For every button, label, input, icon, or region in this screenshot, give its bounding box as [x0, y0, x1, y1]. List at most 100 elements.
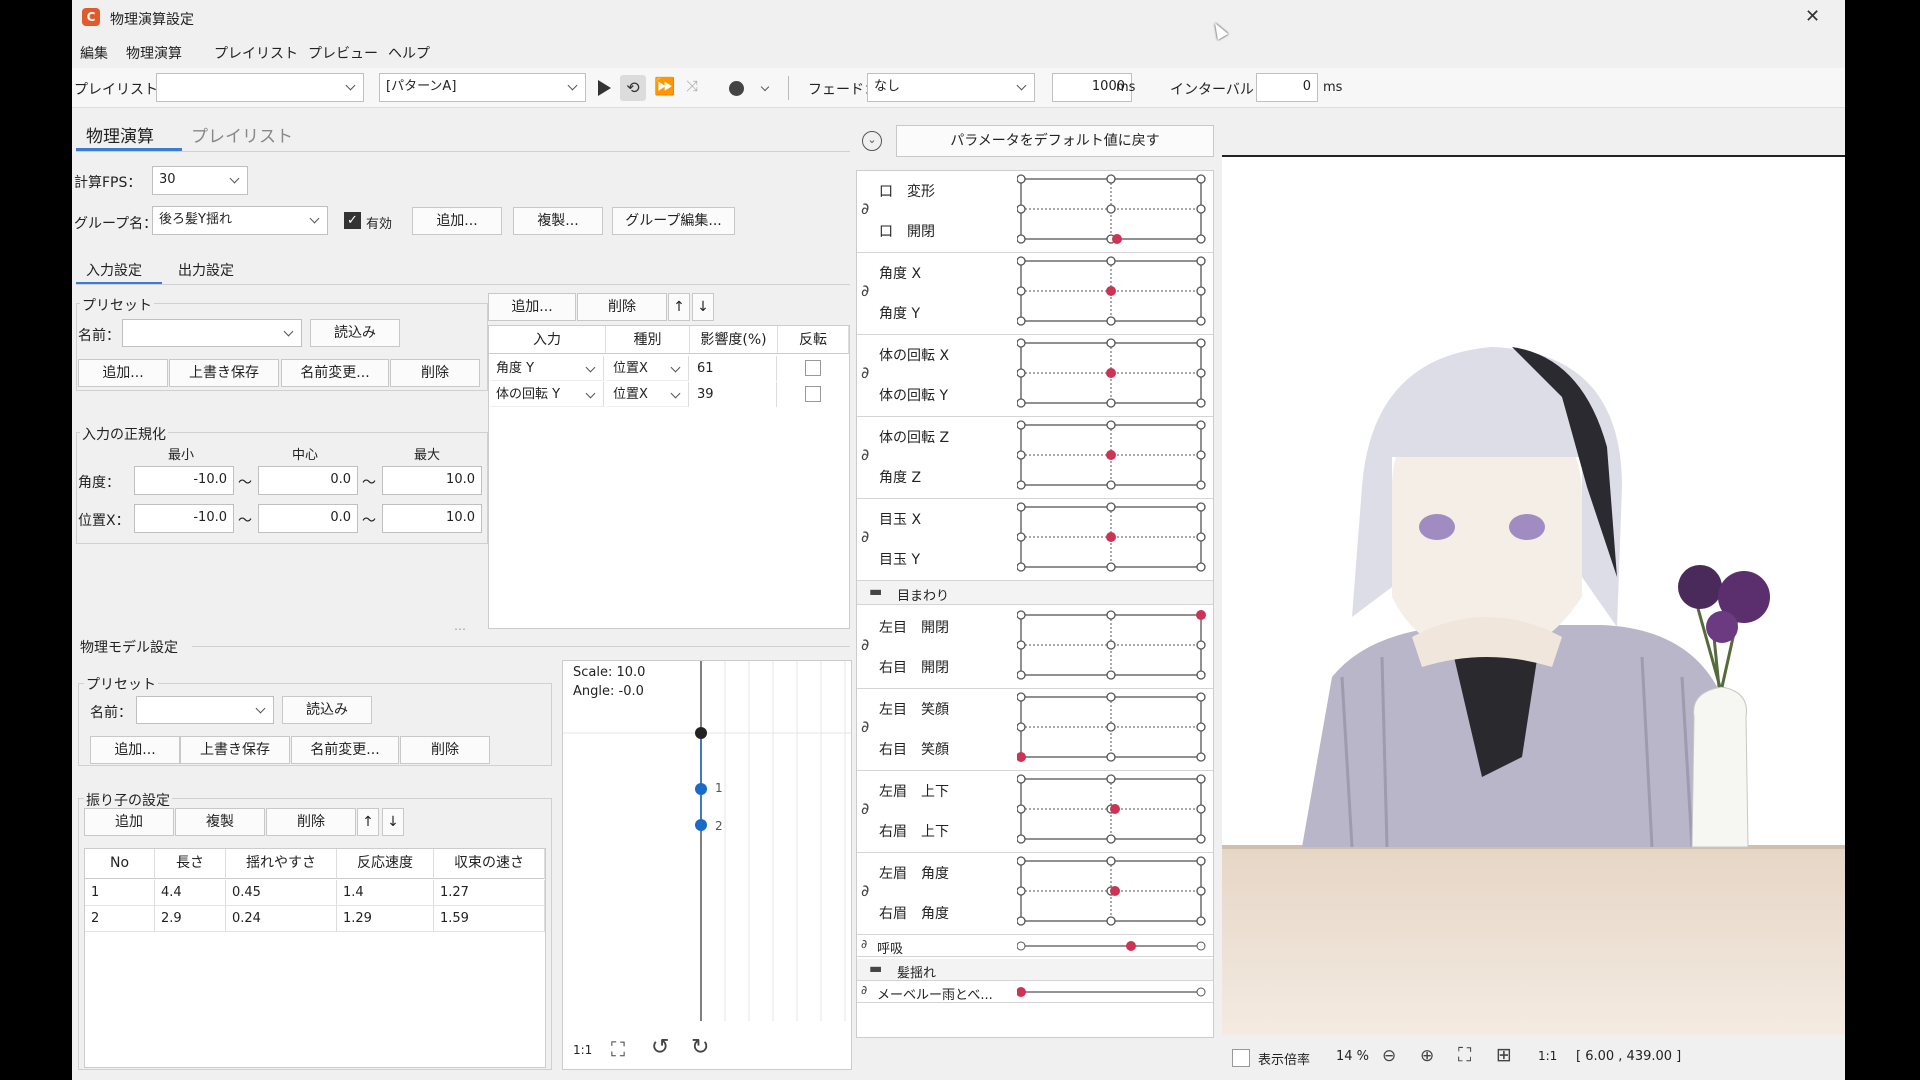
model-overwrite-button[interactable]: 上書き保存: [180, 736, 290, 764]
link-icon[interactable]: ∂: [861, 983, 867, 997]
group-edit-button[interactable]: グループ編集...: [612, 207, 735, 235]
subtab-input[interactable]: 入力設定: [86, 260, 142, 280]
input-type-select[interactable]: 位置X: [607, 382, 689, 407]
model-rename-button[interactable]: 名前変更...: [291, 736, 399, 764]
record-icon[interactable]: [729, 81, 744, 96]
input-invert-checkbox[interactable]: [805, 360, 821, 376]
preview-canvas[interactable]: [1222, 155, 1845, 1035]
tab-physics[interactable]: 物理演算: [86, 122, 154, 147]
group-name-select[interactable]: 後ろ髪Y揺れ: [152, 206, 328, 235]
pendulum-add-button[interactable]: 追加: [84, 808, 174, 836]
normalize-min-input[interactable]: -10.0: [134, 504, 234, 533]
pendulum-table-cell[interactable]: 1.27: [434, 880, 545, 906]
input-source-select[interactable]: 体の回転 Y: [490, 382, 604, 407]
parameter-2d-slider-8[interactable]: [1017, 855, 1214, 935]
breath-slider[interactable]: [1017, 936, 1214, 956]
parameter-2d-slider-5[interactable]: [1017, 609, 1214, 689]
menu-item-1[interactable]: 物理演算: [126, 43, 182, 63]
input-delete-button[interactable]: 削除: [577, 293, 667, 321]
preset-overwrite-button[interactable]: 上書き保存: [169, 359, 279, 387]
input-move-up-button[interactable]: ↑: [668, 293, 690, 321]
preset-load-button[interactable]: 読込み: [310, 319, 400, 347]
pendulum-move-down-button[interactable]: ↓: [382, 808, 404, 836]
preset-name-select[interactable]: [122, 319, 302, 347]
menu-item-0[interactable]: 編集: [80, 43, 108, 63]
play-icon[interactable]: [598, 80, 611, 96]
pendulum-table-cell[interactable]: 0.24: [226, 906, 337, 932]
parameter-2d-slider-4[interactable]: [1017, 501, 1214, 581]
input-invert-checkbox[interactable]: [805, 386, 821, 402]
link-icon[interactable]: ∂: [861, 281, 869, 300]
rotate-right-icon[interactable]: ↻: [691, 1035, 709, 1060]
preset-delete-button[interactable]: 削除: [390, 359, 480, 387]
preset-add-button[interactable]: 追加...: [78, 359, 168, 387]
pendulum-node-2[interactable]: [695, 819, 707, 831]
fps-select[interactable]: 30: [152, 166, 248, 195]
pendulum-table-cell[interactable]: 4.4: [155, 880, 226, 906]
menu-item-2[interactable]: プレイリスト: [214, 43, 298, 63]
input-type-select[interactable]: 位置X: [607, 356, 689, 381]
link-icon[interactable]: ∂: [861, 717, 869, 736]
center-view-icon[interactable]: ⊞: [1496, 1044, 1512, 1066]
playlist-select[interactable]: [156, 73, 364, 102]
pendulum-view[interactable]: Scale: 10.0 Angle: -0.0 1 2 1:1 ⛶ ↺ ↻: [562, 660, 852, 1070]
group-enabled-checkbox[interactable]: ✓: [344, 212, 361, 229]
rotate-left-icon[interactable]: ↺: [651, 1035, 669, 1060]
link-icon[interactable]: ∂: [861, 881, 869, 900]
link-icon[interactable]: ∂: [861, 799, 869, 818]
skip-forward-icon[interactable]: ⏩: [654, 77, 675, 97]
reset-parameters-button[interactable]: パラメータをデフォルト値に戻す: [896, 125, 1214, 157]
model-add-button[interactable]: 追加...: [90, 736, 180, 764]
pendulum-table-cell[interactable]: 1.4: [337, 880, 434, 906]
subtab-output[interactable]: 出力設定: [178, 260, 234, 280]
normalize-max-input[interactable]: 10.0: [382, 466, 482, 495]
parameter-2d-slider-1[interactable]: [1017, 255, 1214, 335]
model-delete-button[interactable]: 削除: [400, 736, 490, 764]
tab-playlist[interactable]: プレイリスト: [191, 122, 293, 147]
pendulum-table-cell[interactable]: 1.29: [337, 906, 434, 932]
hair-sway-slider[interactable]: [1017, 982, 1214, 1002]
link-icon[interactable]: ∂: [861, 363, 869, 382]
close-icon[interactable]: ✕: [1805, 6, 1820, 27]
normalize-center-input[interactable]: 0.0: [258, 504, 358, 533]
normalize-max-input[interactable]: 10.0: [382, 504, 482, 533]
loop-icon[interactable]: ⟲: [620, 75, 646, 101]
model-load-button[interactable]: 読込み: [282, 696, 372, 724]
model-name-select[interactable]: [136, 696, 274, 724]
zoom-out-icon[interactable]: ⊖: [1382, 1046, 1396, 1066]
parameter-2d-slider-0[interactable]: [1017, 173, 1214, 253]
pendulum-table-cell[interactable]: 1: [85, 880, 155, 906]
normalize-min-input[interactable]: -10.0: [134, 466, 234, 495]
fade-select[interactable]: なし: [867, 73, 1035, 102]
normalize-center-input[interactable]: 0.0: [258, 466, 358, 495]
link-icon[interactable]: ∂: [861, 199, 869, 218]
menu-item-3[interactable]: プレビュー: [308, 43, 378, 63]
parameter-2d-slider-7[interactable]: [1017, 773, 1214, 853]
pendulum-delete-button[interactable]: 削除: [266, 808, 356, 836]
pendulum-ratio-button[interactable]: 1:1: [573, 1043, 592, 1057]
input-weight-cell[interactable]: 39: [691, 382, 777, 407]
splitter-handle-icon[interactable]: ⋯: [454, 622, 466, 636]
link-icon[interactable]: ∂: [861, 635, 869, 654]
input-weight-cell[interactable]: 61: [691, 356, 777, 381]
zoom-in-icon[interactable]: ⊕: [1420, 1046, 1434, 1066]
pendulum-node-1[interactable]: [695, 783, 707, 795]
pattern-select[interactable]: [パターンA]: [379, 73, 586, 102]
preset-rename-button[interactable]: 名前変更...: [281, 359, 389, 387]
link-icon[interactable]: ∂: [861, 937, 867, 951]
menu-item-4[interactable]: ヘルプ: [388, 43, 430, 63]
link-icon[interactable]: ∂: [861, 527, 869, 546]
zoom-toggle-checkbox[interactable]: [1232, 1049, 1250, 1067]
pendulum-move-up-button[interactable]: ↑: [357, 808, 379, 836]
group-add-button[interactable]: 追加...: [412, 207, 502, 235]
link-icon[interactable]: ∂: [861, 445, 869, 464]
preview-ratio-button[interactable]: 1:1: [1538, 1049, 1557, 1063]
pendulum-fit-icon[interactable]: ⛶: [611, 1037, 625, 1061]
pendulum-table-cell[interactable]: 1.59: [434, 906, 545, 932]
fit-screen-icon[interactable]: ⛶: [1458, 1044, 1471, 1066]
pendulum-copy-button[interactable]: 複製: [175, 808, 265, 836]
input-add-button[interactable]: 追加...: [488, 293, 576, 321]
input-source-select[interactable]: 角度 Y: [490, 356, 604, 381]
interval-input[interactable]: 0: [1256, 73, 1318, 102]
parameter-2d-slider-3[interactable]: [1017, 419, 1214, 499]
